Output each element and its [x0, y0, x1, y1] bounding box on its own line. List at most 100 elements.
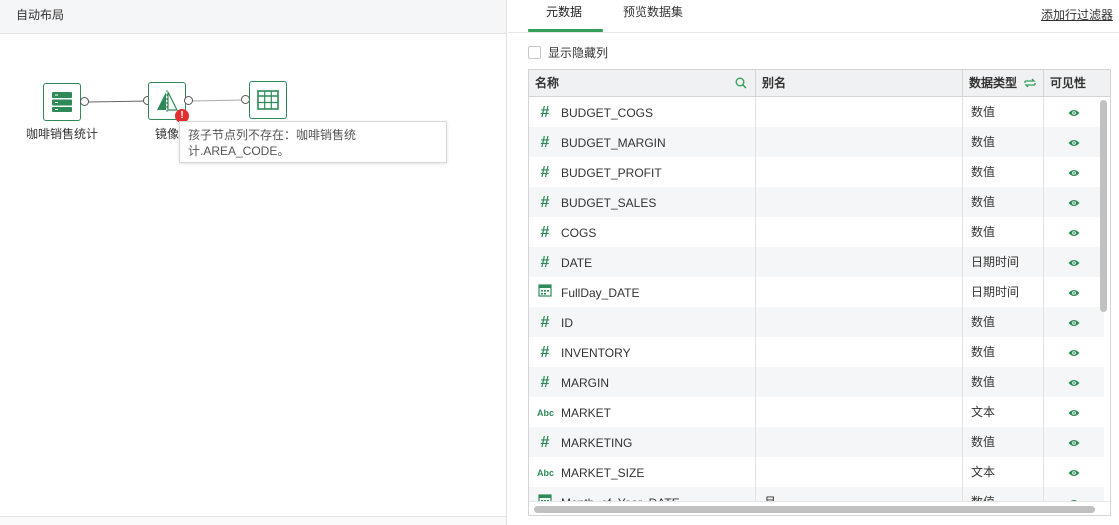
table-row[interactable]: # BUDGET_PROFIT 数值: [529, 157, 1104, 187]
table-row[interactable]: # ID 数值: [529, 307, 1104, 337]
column-header-name[interactable]: 名称: [529, 70, 756, 97]
app-root: 自动布局 咖啡销售统计 镜像 ! 孩子节点列不存在：咖啡销售统 计.AREA_C…: [0, 0, 1119, 525]
visibility-toggle[interactable]: [1044, 277, 1104, 307]
visibility-toggle[interactable]: [1044, 127, 1104, 157]
table-row[interactable]: # BUDGET_COGS 数值: [529, 97, 1104, 127]
visibility-toggle[interactable]: [1044, 397, 1104, 427]
calendar-icon: [537, 278, 553, 307]
visibility-toggle[interactable]: [1044, 217, 1104, 247]
field-type[interactable]: 文本: [963, 457, 1044, 487]
table-row[interactable]: # BUDGET_SALES 数值: [529, 187, 1104, 217]
eye-icon[interactable]: [1068, 465, 1080, 479]
horizontal-scrollbar-track: [529, 501, 1110, 515]
eye-icon[interactable]: [1068, 255, 1080, 269]
table-row[interactable]: Abc MARKET_SIZE 文本: [529, 457, 1104, 487]
visibility-toggle[interactable]: [1044, 487, 1104, 502]
table-row[interactable]: # MARGIN 数值: [529, 367, 1104, 397]
eye-icon[interactable]: [1068, 105, 1080, 119]
table-row[interactable]: # BUDGET_MARGIN 数值: [529, 127, 1104, 157]
flow-panel: 自动布局 咖啡销售统计 镜像 ! 孩子节点列不存在：咖啡销售统 计.AREA_C…: [0, 0, 507, 525]
eye-icon[interactable]: [1068, 195, 1080, 209]
eye-icon[interactable]: [1068, 165, 1080, 179]
field-name-cell: Month_of_Year_DATE: [529, 487, 756, 502]
visibility-toggle[interactable]: [1044, 427, 1104, 457]
field-alias[interactable]: [756, 127, 963, 157]
column-header-visibility[interactable]: 可见性: [1044, 70, 1110, 97]
show-hidden-checkbox[interactable]: [528, 46, 541, 59]
eye-icon[interactable]: [1068, 435, 1080, 449]
field-name-cell: # BUDGET_MARGIN: [529, 127, 756, 157]
field-type[interactable]: 数值: [963, 487, 1044, 502]
field-name-cell: # MARGIN: [529, 367, 756, 397]
number-type-icon: #: [540, 103, 550, 121]
visibility-toggle[interactable]: [1044, 367, 1104, 397]
field-alias[interactable]: [756, 307, 963, 337]
eye-icon[interactable]: [1068, 375, 1080, 389]
field-alias[interactable]: 月: [756, 487, 963, 502]
table-row[interactable]: # INVENTORY 数值: [529, 337, 1104, 367]
show-hidden-label: 显示隐藏列: [548, 46, 609, 60]
table-row[interactable]: FullDay_DATE 日期时间: [529, 277, 1104, 307]
field-alias[interactable]: [756, 397, 963, 427]
node-label: 咖啡销售统计: [26, 127, 99, 141]
table-row[interactable]: # MARKETING 数值: [529, 427, 1104, 457]
field-type[interactable]: 数值: [963, 307, 1044, 337]
table-row[interactable]: # COGS 数值: [529, 217, 1104, 247]
field-name-cell: # COGS: [529, 217, 756, 247]
output-port[interactable]: [184, 96, 193, 105]
field-name-cell: # MARKETING: [529, 427, 756, 457]
visibility-toggle[interactable]: [1044, 187, 1104, 217]
eye-icon[interactable]: [1068, 405, 1080, 419]
visibility-toggle[interactable]: [1044, 97, 1104, 127]
visibility-toggle[interactable]: [1044, 457, 1104, 487]
horizontal-scrollbar[interactable]: [534, 506, 1095, 513]
field-type[interactable]: 日期时间: [963, 277, 1044, 307]
field-type[interactable]: 数值: [963, 127, 1044, 157]
field-type[interactable]: 数值: [963, 337, 1044, 367]
eye-icon[interactable]: [1068, 225, 1080, 239]
field-type[interactable]: 数值: [963, 427, 1044, 457]
eye-icon[interactable]: [1068, 315, 1080, 329]
field-alias[interactable]: [756, 337, 963, 367]
convert-type-icon[interactable]: [1024, 77, 1036, 89]
field-alias[interactable]: [756, 457, 963, 487]
search-icon[interactable]: [735, 77, 747, 89]
table-row[interactable]: Month_of_Year_DATE月数值: [529, 487, 1104, 502]
field-alias[interactable]: [756, 187, 963, 217]
eye-icon[interactable]: [1068, 285, 1080, 299]
visibility-toggle[interactable]: [1044, 157, 1104, 187]
field-alias[interactable]: [756, 247, 963, 277]
field-type[interactable]: 数值: [963, 217, 1044, 247]
field-type[interactable]: 文本: [963, 397, 1044, 427]
field-type[interactable]: 数值: [963, 97, 1044, 127]
output-port[interactable]: [80, 97, 89, 106]
field-alias[interactable]: [756, 367, 963, 397]
visibility-toggle[interactable]: [1044, 337, 1104, 367]
table-row[interactable]: Abc MARKET 文本: [529, 397, 1104, 427]
number-type-icon: #: [540, 163, 550, 181]
output-table-node[interactable]: [249, 81, 287, 119]
field-alias[interactable]: [756, 157, 963, 187]
column-header-type[interactable]: 数据类型: [963, 70, 1044, 97]
show-hidden-columns-toggle[interactable]: 显示隐藏列: [528, 44, 608, 61]
eye-icon[interactable]: [1068, 345, 1080, 359]
field-type[interactable]: 日期时间: [963, 247, 1044, 277]
field-name: BUDGET_COGS: [561, 105, 654, 120]
eye-icon[interactable]: [1068, 135, 1080, 149]
field-alias[interactable]: [756, 277, 963, 307]
field-type[interactable]: 数值: [963, 187, 1044, 217]
field-alias[interactable]: [756, 97, 963, 127]
visibility-toggle[interactable]: [1044, 247, 1104, 277]
column-header-alias[interactable]: 别名: [756, 70, 963, 97]
field-type[interactable]: 数值: [963, 367, 1044, 397]
add-row-filter-link[interactable]: 添加行过滤器: [1041, 6, 1113, 23]
table-row[interactable]: # DATE 日期时间: [529, 247, 1104, 277]
field-type[interactable]: 数值: [963, 157, 1044, 187]
field-alias[interactable]: [756, 427, 963, 457]
visibility-toggle[interactable]: [1044, 307, 1104, 337]
tab-metadata[interactable]: 元数据: [546, 3, 582, 20]
field-alias[interactable]: [756, 217, 963, 247]
tab-preview-dataset[interactable]: 预览数据集: [623, 3, 683, 20]
vertical-scrollbar[interactable]: [1100, 100, 1107, 312]
source-table-node[interactable]: [43, 83, 81, 121]
